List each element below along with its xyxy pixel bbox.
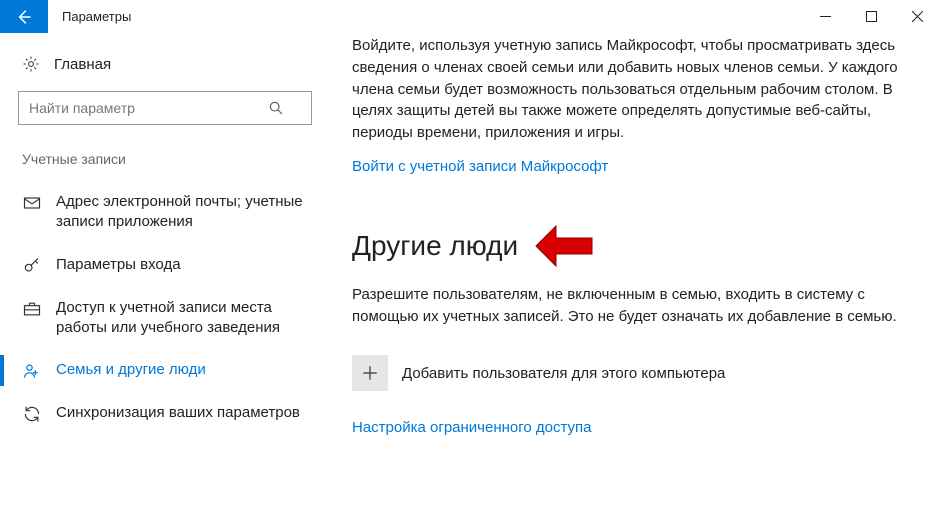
plus-icon <box>361 364 379 382</box>
sync-icon <box>22 404 42 424</box>
sidebar-item-label: Адрес электронной почты; учетные записи … <box>56 192 306 233</box>
arrow-left-icon <box>15 8 33 26</box>
window-controls <box>802 0 940 33</box>
sidebar-item-label: Параметры входа <box>56 255 306 275</box>
restricted-access-link[interactable]: Настройка ограниченного доступа <box>352 419 592 436</box>
key-icon <box>22 256 42 276</box>
gear-icon <box>22 55 40 73</box>
content: Войдите, используя учетную запись Майкро… <box>330 33 940 510</box>
minimize-button[interactable] <box>802 0 848 33</box>
signin-link[interactable]: Войти с учетной записи Майкрософт <box>352 158 608 175</box>
back-button[interactable] <box>0 0 48 33</box>
other-people-title-row: Другие люди <box>352 224 910 268</box>
briefcase-icon <box>22 299 42 319</box>
home-label: Главная <box>54 56 111 73</box>
other-people-desc: Разрешите пользователям, не включенным в… <box>352 284 910 328</box>
sidebar-item-label: Доступ к учетной записи места работы или… <box>56 298 306 339</box>
people-icon <box>22 361 42 381</box>
sidebar-item-email[interactable]: Адрес электронной почты; учетные записи … <box>18 181 312 244</box>
sidebar-item-sync[interactable]: Синхронизация ваших параметров <box>18 392 312 435</box>
sidebar-item-label: Синхронизация ваших параметров <box>56 403 306 423</box>
sidebar-nav: Адрес электронной почты; учетные записи … <box>18 181 312 435</box>
home-button[interactable]: Главная <box>18 55 312 73</box>
sidebar-item-label: Семья и другие люди <box>56 360 306 380</box>
other-people-title: Другие люди <box>352 230 518 262</box>
red-arrow-annotation-icon <box>534 224 594 268</box>
add-user-icon-box <box>352 355 388 391</box>
search-input[interactable] <box>18 91 312 125</box>
titlebar: Параметры <box>0 0 940 33</box>
family-intro-text: Войдите, используя учетную запись Майкро… <box>352 35 910 144</box>
search-wrap <box>18 91 312 125</box>
add-user-label: Добавить пользователя для этого компьюте… <box>402 365 725 382</box>
close-icon <box>912 11 923 22</box>
sidebar: Главная Учетные записи Адрес электронной… <box>0 33 330 510</box>
mail-icon <box>22 193 42 213</box>
add-user-button[interactable]: Добавить пользователя для этого компьюте… <box>352 355 910 391</box>
maximize-button[interactable] <box>848 0 894 33</box>
close-button[interactable] <box>894 0 940 33</box>
maximize-icon <box>866 11 877 22</box>
sidebar-item-family[interactable]: Семья и другие люди <box>18 349 312 392</box>
body: Главная Учетные записи Адрес электронной… <box>0 33 940 510</box>
sidebar-section-label: Учетные записи <box>18 151 312 167</box>
sidebar-item-signin-options[interactable]: Параметры входа <box>18 244 312 287</box>
minimize-icon <box>820 11 831 22</box>
window-title: Параметры <box>48 0 802 33</box>
sidebar-item-work-access[interactable]: Доступ к учетной записи места работы или… <box>18 287 312 350</box>
